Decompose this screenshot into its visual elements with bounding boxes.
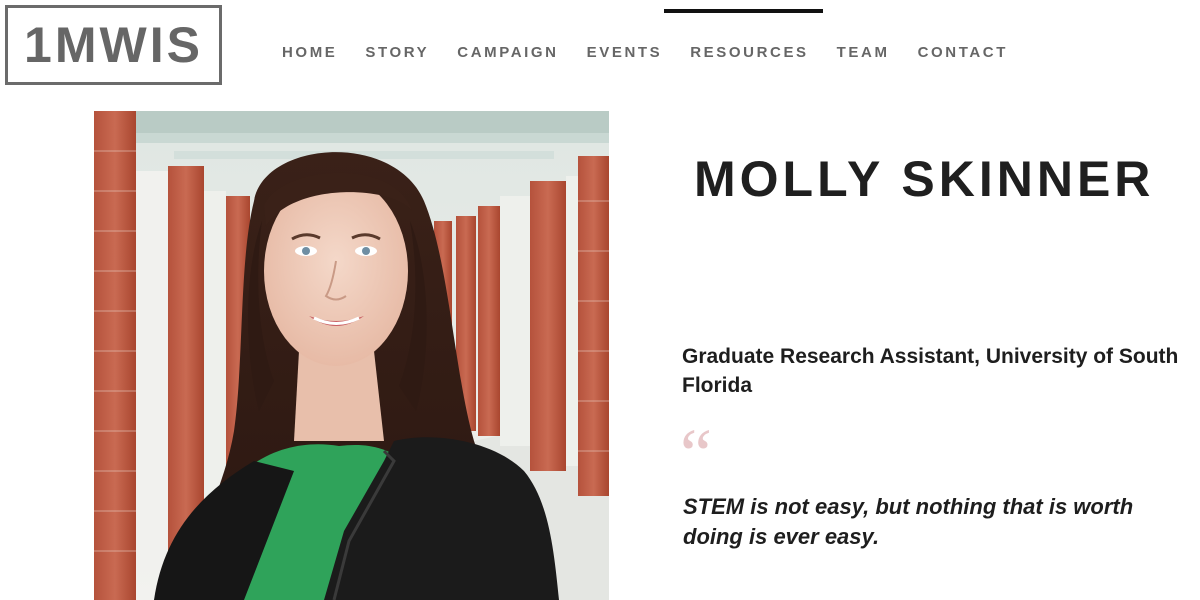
nav-item-resources[interactable]: RESOURCES: [664, 0, 824, 61]
site-logo[interactable]: 1MWIS: [5, 5, 222, 85]
nav-item-story[interactable]: STORY: [351, 0, 443, 61]
page: 1MWIS HOME STORY CAMPAIGN EVENTS RESOURC…: [0, 0, 1200, 600]
profile-role: Graduate Research Assistant, University …: [682, 345, 1179, 397]
nav-item-events[interactable]: EVENTS: [573, 0, 677, 61]
main-nav: HOME STORY CAMPAIGN EVENTS RESOURCES TEA…: [268, 0, 1022, 100]
profile-quote: STEM is not easy, but nothing that is wo…: [683, 494, 1134, 549]
nav-item-campaign[interactable]: CAMPAIGN: [443, 0, 572, 61]
profile-name: MOLLY SKINNER: [694, 151, 1155, 207]
nav-item-contact[interactable]: CONTACT: [904, 0, 1022, 61]
profile-photo: [94, 111, 609, 600]
quote-mark-icon: “: [680, 414, 712, 494]
logo-text: 1MWIS: [24, 17, 203, 73]
nav-item-home[interactable]: HOME: [268, 0, 351, 61]
nav-item-team[interactable]: TEAM: [823, 0, 904, 61]
